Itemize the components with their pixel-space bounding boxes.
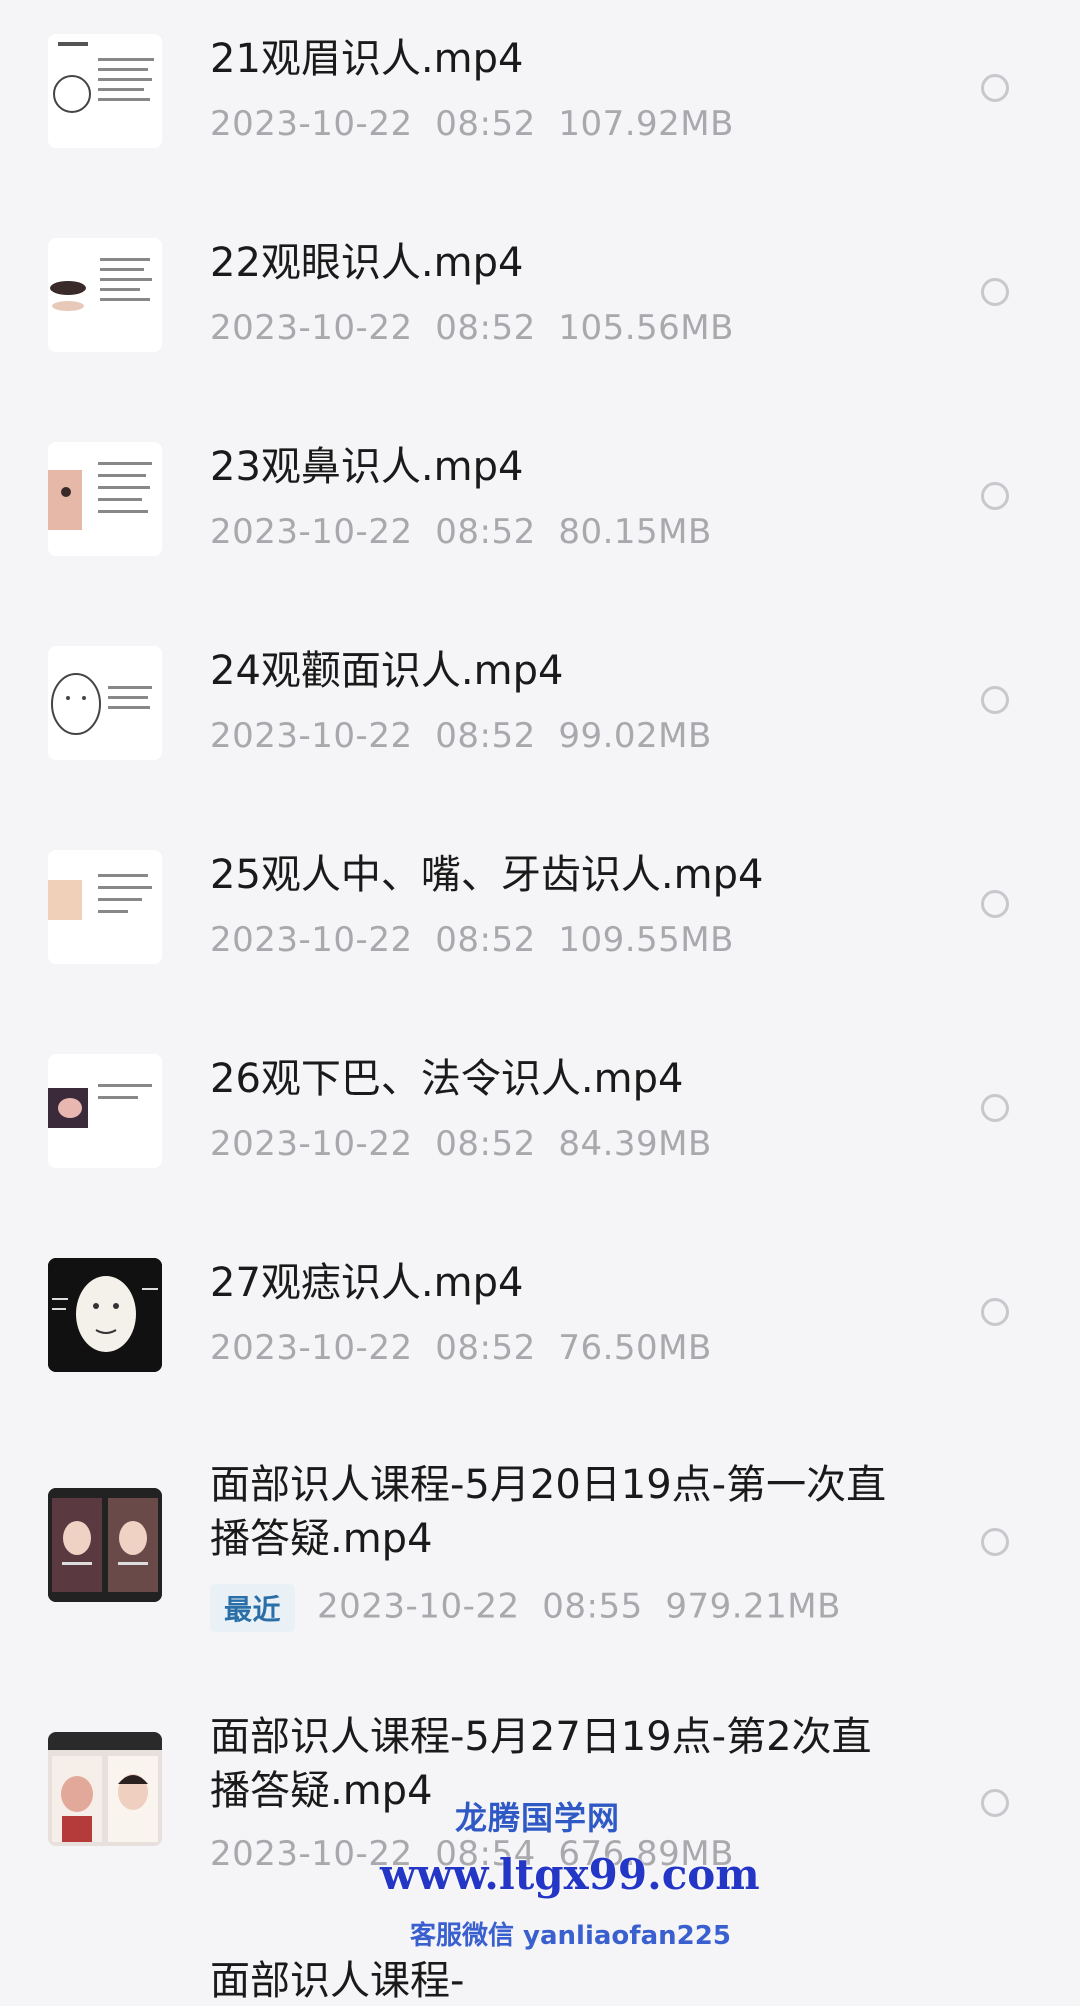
file-date: 2023-10-22	[317, 1586, 520, 1627]
file-time: 08:52	[435, 512, 536, 552]
file-time: 08:52	[435, 920, 536, 960]
select-radio-icon[interactable]	[981, 1298, 1009, 1326]
file-name: 23观鼻识人.mp4	[210, 444, 524, 490]
select-radio-icon[interactable]	[981, 1789, 1009, 1817]
video-thumbnail	[48, 1054, 162, 1168]
select-radio-icon[interactable]	[981, 74, 1009, 102]
select-radio-icon[interactable]	[981, 1528, 1009, 1556]
video-thumbnail	[48, 1488, 162, 1602]
file-date: 2023-10-22	[210, 308, 413, 348]
file-time: 08:52	[435, 716, 536, 756]
file-size: 76.50MB	[558, 1328, 712, 1368]
file-name: 21观眉识人.mp4	[210, 36, 524, 82]
video-thumbnail	[48, 34, 162, 148]
select-radio-icon[interactable]	[981, 278, 1009, 306]
video-thumbnail	[48, 850, 162, 964]
select-radio-icon[interactable]	[981, 686, 1009, 714]
file-name: 27观痣识人.mp4	[210, 1260, 524, 1306]
video-thumbnail	[48, 1732, 162, 1846]
file-date: 2023-10-22	[210, 512, 413, 552]
file-size: 80.15MB	[558, 512, 712, 552]
file-date: 2023-10-22	[210, 1328, 413, 1368]
file-date: 2023-10-22	[210, 716, 413, 756]
select-radio-icon[interactable]	[981, 1094, 1009, 1122]
file-size: 84.39MB	[558, 1124, 712, 1164]
select-radio-icon[interactable]	[981, 482, 1009, 510]
file-name: 面部识人课程-5月20日19点-第一次直播答疑.mp4	[210, 1462, 887, 1562]
file-meta: 2023-10-22 08:52 105.56MB	[210, 308, 734, 348]
file-meta: 2023-10-22 08:52 109.55MB	[210, 920, 734, 960]
file-size: 99.02MB	[558, 716, 712, 756]
video-thumbnail	[48, 1258, 162, 1372]
file-name: 24观颧面识人.mp4	[210, 648, 564, 694]
video-thumbnail	[48, 238, 162, 352]
file-meta: 2023-10-22 08:52 84.39MB	[210, 1124, 712, 1164]
recent-badge: 最近	[210, 1584, 296, 1632]
file-meta: 2023-10-22 08:52 99.02MB	[210, 716, 712, 756]
watermark-url: www.ltgx99.com	[380, 1850, 760, 1899]
file-meta: 2023-10-22 08:52 107.92MB	[210, 104, 734, 144]
file-time: 08:52	[435, 104, 536, 144]
watermark-site-name: 龙腾国学网	[455, 1799, 621, 1837]
file-time: 08:52	[435, 1328, 536, 1368]
file-date: 2023-10-22	[210, 1124, 413, 1164]
watermark-wechat: 客服微信 yanliaofan225	[410, 1921, 731, 1951]
file-size: 105.56MB	[558, 308, 734, 348]
file-name: 25观人中、嘴、牙齿识人.mp4	[210, 852, 764, 898]
video-thumbnail	[48, 646, 162, 760]
partial-file-name: 面部识人课程-	[210, 1958, 465, 2004]
file-date: 2023-10-22	[210, 104, 413, 144]
file-meta: 2023-10-22 08:52 80.15MB	[210, 512, 712, 552]
file-time: 08:52	[435, 1124, 536, 1164]
file-name: 22观眼识人.mp4	[210, 240, 524, 286]
file-time: 08:55	[542, 1586, 643, 1627]
file-size: 979.21MB	[665, 1586, 841, 1627]
file-size: 107.92MB	[558, 104, 734, 144]
file-meta: 2023-10-22 08:52 76.50MB	[210, 1328, 712, 1368]
file-time: 08:52	[435, 308, 536, 348]
file-size: 109.55MB	[558, 920, 734, 960]
file-date: 2023-10-22	[210, 920, 413, 960]
file-name: 26观下巴、法令识人.mp4	[210, 1056, 684, 1102]
file-meta: 最近 2023-10-22 08:55 979.21MB	[210, 1584, 841, 1632]
select-radio-icon[interactable]	[981, 890, 1009, 918]
video-thumbnail	[48, 442, 162, 556]
